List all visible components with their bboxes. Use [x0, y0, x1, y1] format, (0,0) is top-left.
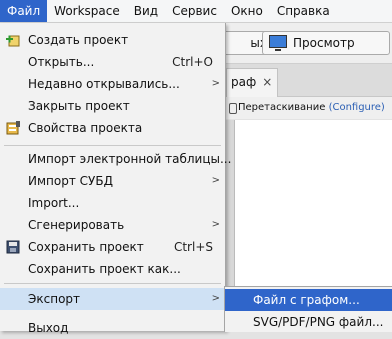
- menubar: Файл Workspace Вид Сервис Окно Справка: [0, 0, 392, 23]
- preview-button[interactable]: Просмотр: [262, 31, 390, 55]
- configure-link[interactable]: (Configure): [329, 102, 385, 113]
- menu-view[interactable]: Вид: [127, 0, 165, 22]
- menu-help[interactable]: Справка: [270, 0, 337, 22]
- menu-item-graph-file[interactable]: Файл с графом...: [225, 289, 392, 311]
- menu-file[interactable]: Файл: [0, 0, 48, 22]
- preview-button-label: Просмотр: [293, 36, 355, 50]
- menu-window[interactable]: Окно: [224, 0, 270, 22]
- drag-label: Перетаскивание: [238, 102, 326, 113]
- submenu-arrow-icon: >: [211, 78, 220, 89]
- export-submenu: Файл с графом... SVG/PDF/PNG файл...: [224, 286, 392, 332]
- background-toolbar: ых Просмотр: [220, 23, 392, 64]
- menu-item-label: Недавно открывались...: [28, 77, 180, 91]
- submenu-arrow-icon: >: [211, 175, 220, 186]
- menu-item-save-project[interactable]: Сохранить проект Ctrl+S: [0, 236, 225, 258]
- menu-tools[interactable]: Сервис: [165, 0, 224, 22]
- shortcut-label: Ctrl+S: [173, 240, 213, 254]
- menu-item-label: Импорт СУБД: [28, 174, 113, 188]
- menu-item-import-spreadsheet[interactable]: Импорт электронной таблицы...: [0, 148, 231, 170]
- close-icon[interactable]: ×: [262, 75, 272, 89]
- menu-item-label: Свойства проекта: [28, 121, 143, 135]
- tab-graph[interactable]: раф ×: [226, 68, 278, 97]
- menu-item-save-project-as[interactable]: Сохранить проект как...: [0, 258, 225, 280]
- menu-item-label: Закрыть проект: [28, 99, 130, 113]
- menu-separator: [4, 283, 221, 284]
- tab-graph-label: раф: [231, 75, 257, 89]
- new-project-icon: [6, 35, 20, 47]
- editor-tabbar: раф ×: [226, 64, 392, 97]
- save-icon: [6, 240, 20, 254]
- menu-item-label: SVG/PDF/PNG файл...: [253, 315, 384, 329]
- menu-item-svg-pdf-png[interactable]: SVG/PDF/PNG файл...: [225, 311, 392, 333]
- menu-separator: [4, 145, 221, 146]
- menu-item-label: Экспорт: [28, 292, 81, 306]
- drag-toolbar: Перетаскивание (Configure): [226, 97, 392, 119]
- menu-item-project-properties[interactable]: Свойства проекта: [0, 117, 225, 139]
- menu-item-label: Import...: [28, 196, 80, 210]
- menu-item-label: Импорт электронной таблицы...: [28, 152, 232, 166]
- menu-item-export[interactable]: Экспорт >: [0, 288, 225, 310]
- shortcut-label: Ctrl+O: [172, 55, 213, 69]
- menu-workspace[interactable]: Workspace: [47, 0, 127, 22]
- menu-item-recent[interactable]: Недавно открывались... >: [0, 73, 225, 95]
- menu-item-label: Сохранить проект как...: [28, 262, 181, 276]
- menu-item-exit[interactable]: Выход: [0, 317, 225, 339]
- menu-item-generate[interactable]: Сгенерировать >: [0, 214, 225, 236]
- submenu-arrow-icon: >: [211, 219, 220, 230]
- menu-item-label: Выход: [28, 321, 69, 335]
- menu-item-label: Открыть...: [28, 55, 95, 69]
- monitor-icon: [269, 35, 287, 51]
- menu-item-label: Создать проект: [28, 33, 129, 47]
- menu-item-new-project[interactable]: Создать проект: [0, 29, 225, 51]
- file-menu: Создать проект Открыть... Ctrl+O Недавно…: [0, 23, 231, 335]
- project-properties-icon: [6, 121, 20, 135]
- menu-item-open[interactable]: Открыть... Ctrl+O: [0, 51, 225, 73]
- menu-item-import-dbms[interactable]: Импорт СУБД >: [0, 170, 225, 192]
- menu-item-label: Файл с графом...: [253, 293, 360, 307]
- menu-item-label: Сгенерировать: [28, 218, 125, 232]
- menu-item-label: Сохранить проект: [28, 240, 144, 254]
- submenu-arrow-icon: >: [211, 293, 220, 304]
- menu-item-close-project[interactable]: Закрыть проект: [0, 95, 225, 117]
- menu-item-import[interactable]: Import...: [0, 192, 225, 214]
